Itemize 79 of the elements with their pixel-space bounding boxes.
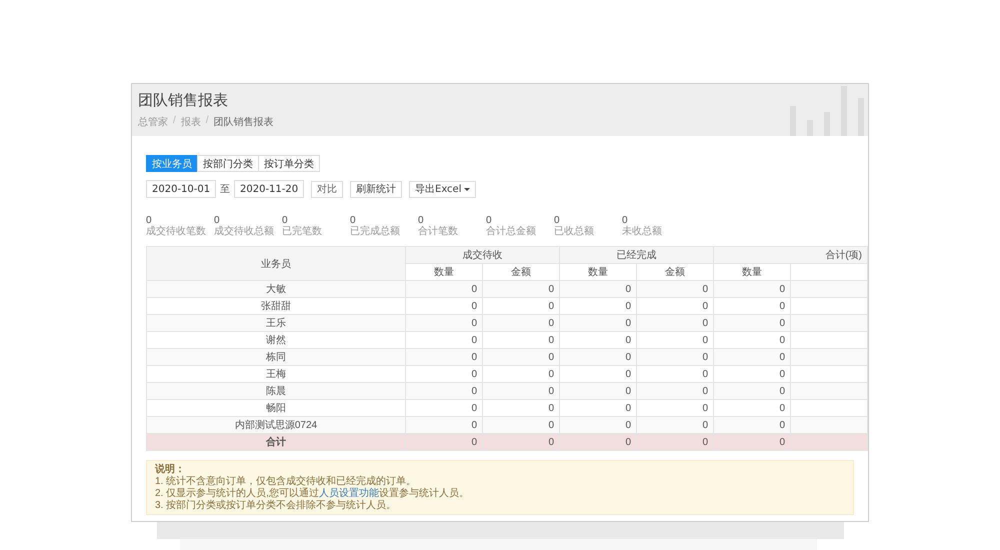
breadcrumb-current: 团队销售报表: [214, 116, 274, 129]
table-cell: 0: [482, 416, 560, 434]
table-cell: 0: [714, 280, 790, 298]
table-cell: 0: [406, 280, 482, 298]
table-cell: 0: [636, 280, 714, 298]
stat-label: 成交待收总额: [214, 226, 275, 238]
table-cell: 0: [636, 416, 714, 434]
stat-label: 成交待收笔数: [146, 226, 207, 238]
stat-value: 0: [214, 215, 220, 226]
table-cell: 0: [636, 434, 714, 450]
stat-value: 0: [554, 215, 561, 226]
table-cell: 0: [560, 416, 636, 434]
note-text: 1. 统计不含意向订单，仅包含成交待收和已经完成的订单。: [155, 476, 418, 488]
table-cell: 0: [714, 314, 790, 332]
page-title: 团队销售报表: [138, 92, 229, 110]
stat-label: 合计总金额: [486, 226, 537, 238]
caret-icon: [464, 188, 470, 190]
column-header: 业务员: [146, 246, 406, 280]
action-button[interactable]: 对比: [311, 180, 343, 198]
table-cell: 0: [406, 416, 482, 434]
column-header: 金额: [482, 264, 560, 280]
column-header: 数量: [714, 264, 790, 280]
breadcrumb-separator: /: [173, 115, 176, 128]
column-header: 金额: [636, 264, 714, 280]
breadcrumb-separator: /: [206, 115, 209, 128]
settings-link[interactable]: 人员设置功能: [318, 488, 379, 499]
column-group-header: 成交待收: [406, 246, 560, 264]
date-field[interactable]: 2020-11-20: [234, 180, 304, 198]
table-cell: 0: [714, 416, 790, 434]
table-cell: 0: [482, 382, 560, 400]
salesperson-name: 内部测试思源0724: [146, 416, 406, 434]
total-label: 合计: [146, 434, 406, 450]
export-button[interactable]: 导出Excel: [409, 180, 476, 198]
table-cell: 0: [714, 434, 790, 450]
range-separator: 至: [220, 183, 230, 196]
stat-value: 0: [486, 215, 493, 226]
stat-label: 已完成总额: [350, 226, 401, 238]
date-field[interactable]: 2020-10-01: [146, 180, 216, 198]
stat-value: 0: [418, 215, 425, 226]
column-group-header: 合计(项): [714, 246, 868, 264]
action-button[interactable]: 刷新统计: [350, 180, 402, 198]
salesperson-name: 栋同: [146, 348, 406, 366]
table-cell: 0: [406, 348, 482, 366]
note-text: 3. 按部门分类或按订单分类不会排除不参与统计人员。: [155, 500, 398, 512]
table-cell: 0: [406, 382, 482, 400]
note-text: 2. 仅显示参与统计的人员,您可以通过人员设置功能设置参与统计人员。: [155, 488, 470, 500]
table-cell: 0: [406, 434, 482, 450]
tab[interactable]: 按订单分类: [258, 155, 320, 172]
table-cell: 0: [714, 348, 790, 366]
column-header: 数量: [406, 264, 482, 280]
stat-value: 0: [282, 215, 289, 226]
table-cell: 0: [560, 314, 636, 332]
salesperson-name: 王乐: [146, 314, 406, 332]
stat-label: 已完笔数: [282, 226, 323, 238]
stat-value: 0: [146, 215, 152, 226]
table-cell: 0: [560, 280, 636, 298]
tab[interactable]: 按部门分类: [197, 155, 259, 172]
salesperson-name: 陈晨: [146, 382, 406, 400]
table-cell: 0: [636, 382, 714, 400]
stat-label: 已收总额: [554, 226, 595, 238]
stat-value: 0: [622, 215, 628, 226]
table-cell: 0: [482, 280, 560, 298]
stat-value: 0: [350, 215, 357, 226]
table-cell: 0: [636, 314, 714, 332]
notes-title: 说明：: [155, 464, 186, 476]
table-cell: 0: [560, 382, 636, 400]
stat-label: 合计笔数: [418, 226, 459, 238]
table-cell: 0: [560, 348, 636, 366]
table-cell: 0: [714, 382, 790, 400]
stat-label: 未收总额: [622, 226, 663, 238]
salesperson-name: 大敏: [146, 280, 406, 298]
table-cell: 0: [406, 314, 482, 332]
table-cell: 0: [636, 348, 714, 366]
column-header: 数量: [560, 264, 636, 280]
table-cell: 0: [560, 434, 636, 450]
column-group-header: 已经完成: [560, 246, 714, 264]
table-cell: 0: [482, 314, 560, 332]
table-cell: 0: [482, 348, 560, 366]
table-cell: 0: [482, 434, 560, 450]
